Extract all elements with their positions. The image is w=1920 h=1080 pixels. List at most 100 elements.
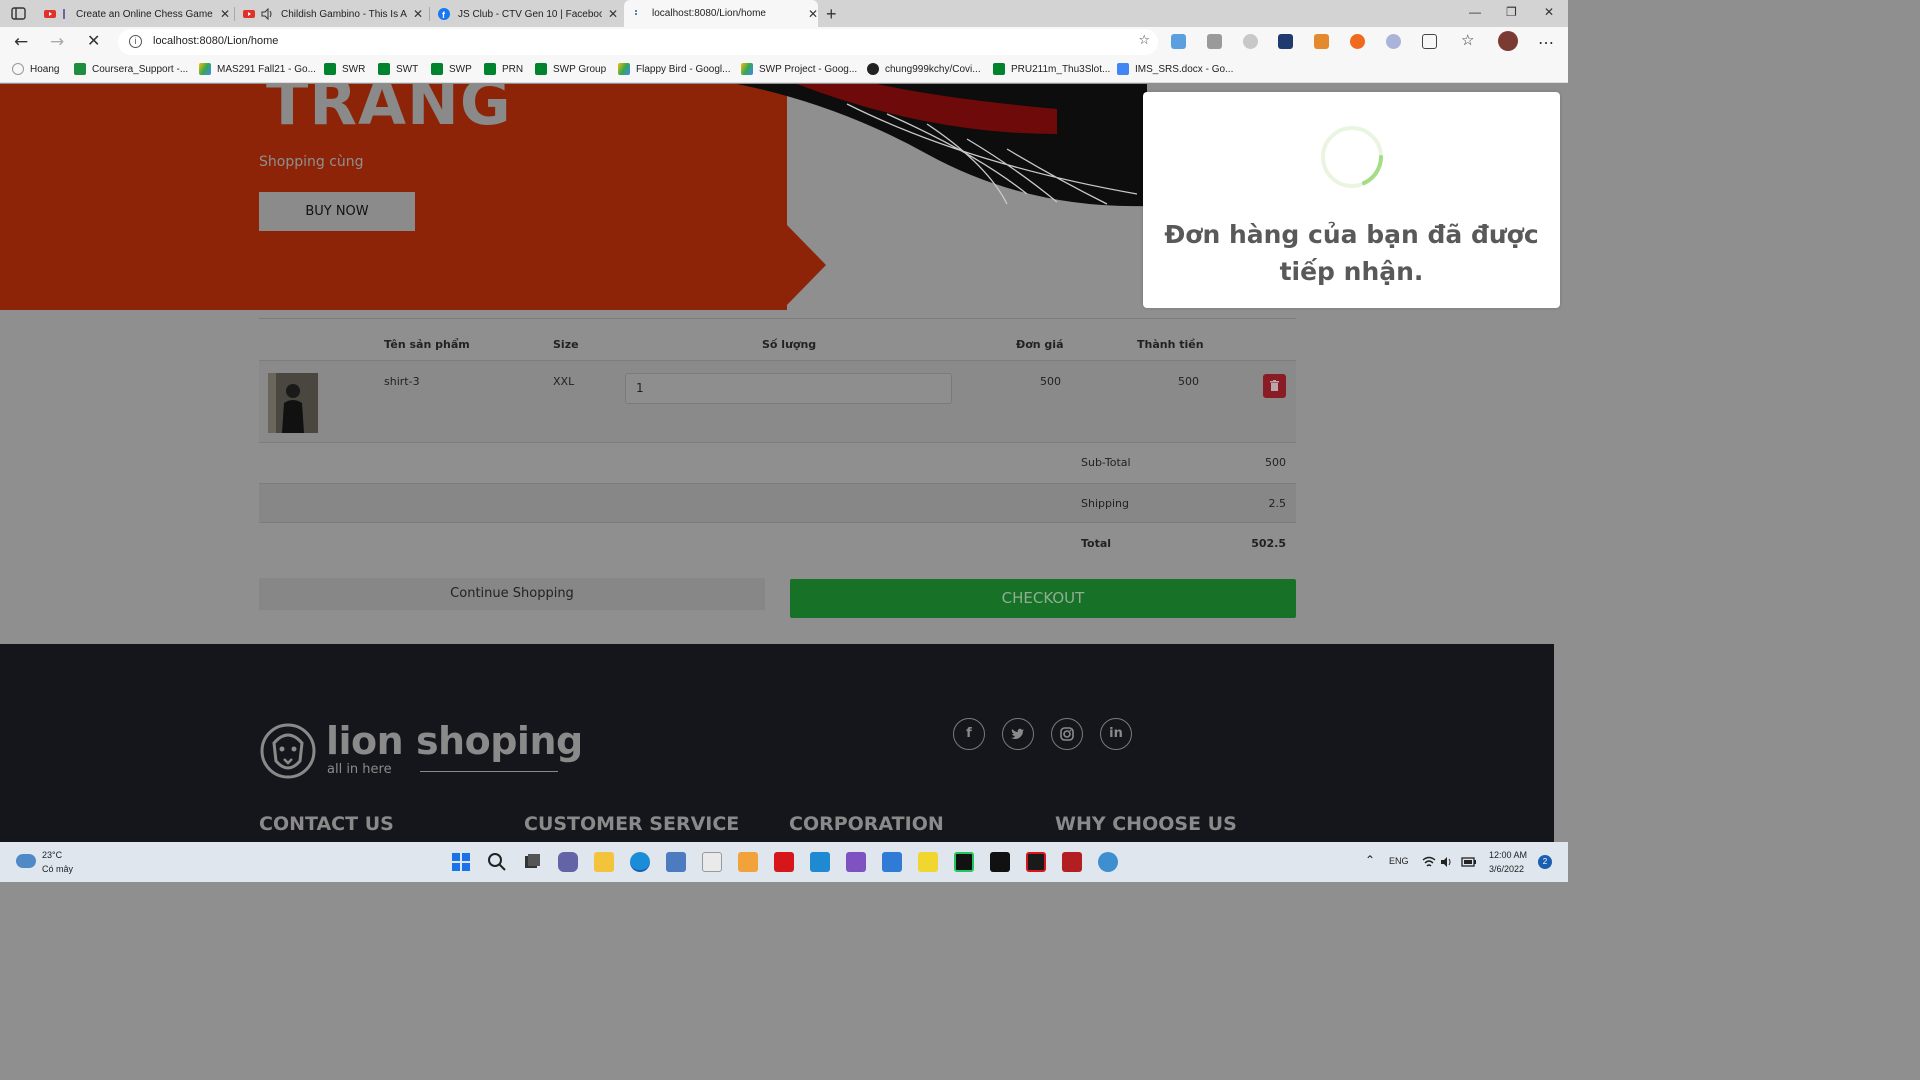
total-value: 502.5	[1251, 537, 1286, 550]
extension-icon[interactable]	[1350, 34, 1365, 49]
weather-temperature[interactable]: 23°C	[42, 850, 62, 860]
instagram-icon[interactable]	[1051, 718, 1083, 750]
continue-shopping-button[interactable]: Continue Shopping	[259, 578, 765, 610]
footer-heading-customer-service: CUSTOMER SERVICE	[524, 813, 740, 835]
favorite-star-icon[interactable]: ☆	[1138, 33, 1150, 48]
weather-description[interactable]: Có mây	[42, 864, 73, 874]
metamask-icon[interactable]	[1314, 34, 1329, 49]
column-header-size: Size	[553, 338, 579, 351]
extension-icon[interactable]	[1386, 34, 1401, 49]
bookmark-item[interactable]: IMS_SRS.docx - Go...	[1117, 63, 1233, 75]
checkout-button[interactable]: CHECKOUT	[790, 579, 1296, 618]
sticky-notes-icon[interactable]	[918, 852, 938, 872]
search-icon[interactable]	[487, 852, 507, 872]
task-view-icon[interactable]	[522, 852, 542, 872]
extension-icon[interactable]	[1207, 34, 1222, 49]
tab-separator	[234, 7, 235, 21]
weather-cloud-icon[interactable]	[16, 854, 36, 868]
unity-icon[interactable]	[990, 852, 1010, 872]
extension-icon[interactable]	[1278, 34, 1293, 49]
bookmark-item[interactable]: Coursera_Support -...	[74, 63, 188, 75]
github-icon	[867, 63, 879, 75]
linkedin-icon[interactable]: in	[1100, 718, 1132, 750]
site-info-icon[interactable]: i	[129, 35, 142, 48]
extension-icon[interactable]	[1171, 34, 1186, 49]
window-close-icon[interactable]: ✕	[1544, 5, 1554, 19]
windows-start-icon[interactable]	[451, 852, 471, 872]
lion-logo-icon	[260, 723, 316, 779]
divider	[420, 771, 558, 772]
tab-chess[interactable]: Create an Online Chess Game ✕	[44, 2, 230, 26]
site-footer: lion shoping all in here f in CONTACT US…	[0, 644, 1554, 842]
stop-loading-icon[interactable]: ✕	[87, 31, 100, 50]
bookmark-item[interactable]: Hoang	[12, 63, 59, 75]
product-thumbnail[interactable]	[268, 373, 318, 433]
vscode-icon[interactable]	[810, 852, 830, 872]
app-icon[interactable]	[1098, 852, 1118, 872]
close-tab-icon[interactable]: ✕	[808, 7, 818, 21]
quantity-input[interactable]: 1	[625, 373, 952, 404]
app-icon[interactable]	[774, 852, 794, 872]
bookmark-label: SWP	[449, 63, 472, 75]
language-indicator[interactable]: ENG	[1389, 856, 1409, 866]
new-tab-button[interactable]: +	[826, 4, 837, 25]
product-unit-price: 500	[1040, 375, 1061, 388]
edge-browser-icon[interactable]	[630, 852, 650, 872]
bookmark-item[interactable]: PRN	[484, 63, 523, 75]
notification-badge[interactable]: 2	[1538, 855, 1552, 869]
bookmark-item[interactable]: SWP Project - Goog...	[741, 63, 857, 75]
teams-chat-icon[interactable]	[558, 852, 578, 872]
restore-icon[interactable]: ❐	[1506, 5, 1517, 19]
delete-item-button[interactable]	[1263, 374, 1286, 398]
back-icon[interactable]: ←	[14, 32, 28, 52]
bookmark-item[interactable]: SWP	[431, 63, 472, 75]
close-tab-icon[interactable]: ✕	[608, 7, 618, 21]
app-icon[interactable]	[1026, 852, 1046, 872]
bookmark-label: SWP Project - Goog...	[759, 63, 858, 75]
show-hidden-icons-icon[interactable]: ⌃	[1365, 853, 1375, 867]
clock-date[interactable]: 3/6/2022	[1489, 864, 1524, 874]
wifi-icon[interactable]	[1422, 855, 1436, 869]
minimize-icon[interactable]: —	[1469, 5, 1481, 19]
extensions-puzzle-icon[interactable]	[1422, 34, 1437, 49]
facebook-icon[interactable]: f	[953, 718, 985, 750]
tab-localhost[interactable]: localhost:8080/Lion/home ✕	[624, 0, 818, 27]
tab-actions-icon[interactable]	[9, 6, 29, 22]
bookmark-item[interactable]: SWT	[378, 63, 418, 75]
volume-icon[interactable]	[1440, 855, 1454, 869]
favorites-icon[interactable]: ☆	[1461, 31, 1474, 49]
facebook-icon: f	[438, 8, 450, 20]
more-menu-icon[interactable]: …	[1538, 29, 1554, 48]
bookmark-item[interactable]: MAS291 Fall21 - Go...	[199, 63, 316, 75]
visual-studio-icon[interactable]	[846, 852, 866, 872]
bookmark-item[interactable]: SWP Group	[535, 63, 606, 75]
bookmark-item[interactable]: Flappy Bird - Googl...	[618, 63, 730, 75]
address-bar[interactable]: i localhost:8080/Lion/home ☆	[118, 29, 1158, 55]
app-icon[interactable]	[702, 852, 722, 872]
app-icon[interactable]	[1062, 852, 1082, 872]
close-tab-icon[interactable]: ✕	[413, 7, 423, 21]
close-tab-icon[interactable]: ✕	[220, 7, 230, 21]
subtotal-label: Sub-Total	[1081, 456, 1131, 469]
tab-js-club[interactable]: f JS Club - CTV Gen 10 | Facebook ✕	[438, 2, 618, 26]
buy-now-button[interactable]: BUY NOW	[259, 192, 415, 231]
app-icon[interactable]	[666, 852, 686, 872]
extension-icon[interactable]	[1243, 34, 1258, 49]
speaker-icon[interactable]	[261, 8, 273, 20]
person-photo-icon	[268, 373, 318, 433]
battery-icon[interactable]	[1461, 855, 1477, 869]
pycharm-icon[interactable]	[954, 852, 974, 872]
todo-icon[interactable]	[882, 852, 902, 872]
clock-time[interactable]: 12:00 AM	[1489, 850, 1527, 860]
bookmark-item[interactable]: SWR	[324, 63, 365, 75]
bookmark-item[interactable]: PRU211m_Thu3Slot...	[993, 63, 1110, 75]
twitter-icon[interactable]	[1002, 718, 1034, 750]
profile-avatar[interactable]	[1498, 31, 1518, 51]
bookmark-item[interactable]: chung999kchy/Covi...	[867, 63, 981, 75]
file-explorer-icon[interactable]	[594, 852, 614, 872]
app-icon[interactable]	[738, 852, 758, 872]
meet-icon	[484, 63, 496, 75]
browser-toolbar: ← → ✕ i localhost:8080/Lion/home ☆ ☆ …	[0, 27, 1568, 57]
forward-icon[interactable]: →	[50, 32, 64, 52]
tab-childish-gambino[interactable]: Childish Gambino - This Is A ✕	[243, 2, 423, 26]
